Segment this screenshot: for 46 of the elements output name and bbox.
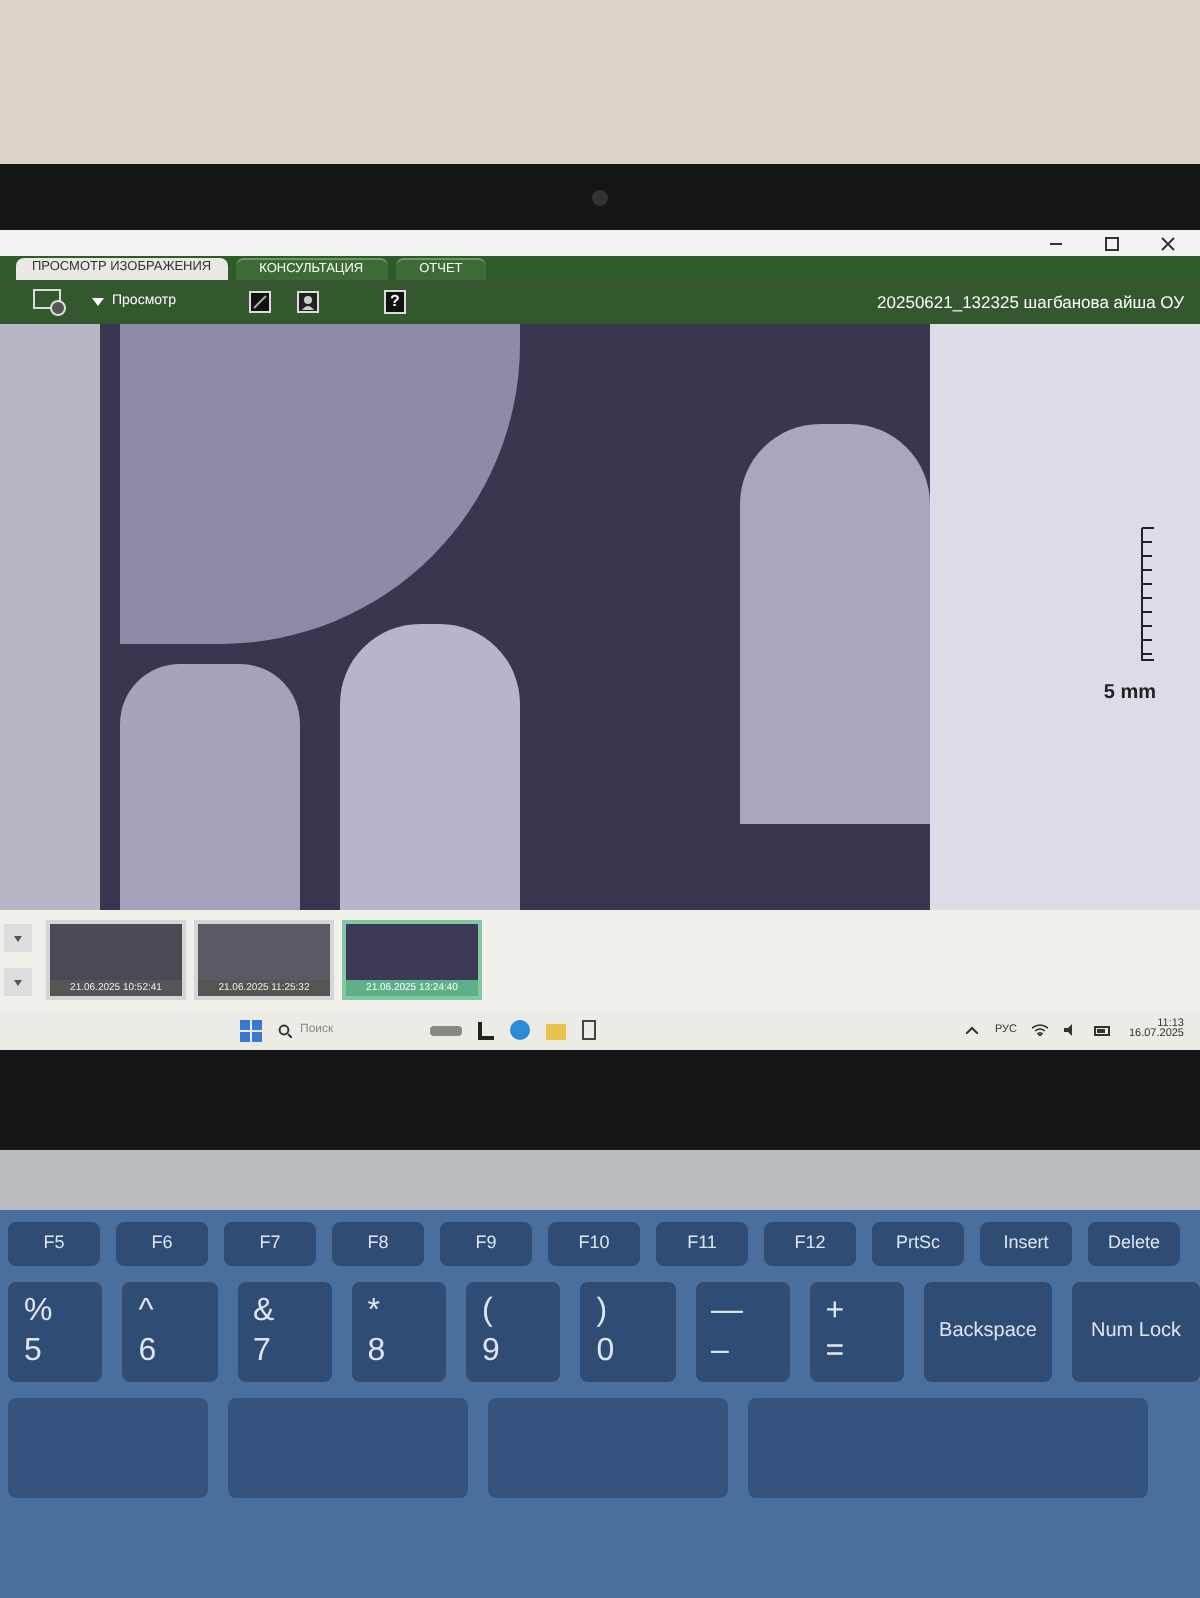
caret-icon xyxy=(14,979,22,985)
keyboard-key[interactable]: F10 xyxy=(548,1222,640,1266)
scale-ruler xyxy=(1140,526,1156,662)
keyboard-key[interactable]: * 8 xyxy=(351,1282,446,1382)
settings-icon[interactable] xyxy=(32,288,68,316)
browser-icon[interactable] xyxy=(510,1020,530,1040)
keyboard-key[interactable]: PrtSc xyxy=(872,1222,964,1266)
xray-thumbnail-image xyxy=(346,924,478,980)
wifi-icon[interactable] xyxy=(1032,1024,1049,1036)
scale-label: 5 mm xyxy=(1103,680,1156,708)
keyboard-key[interactable]: F12 xyxy=(764,1222,856,1266)
caret-icon xyxy=(92,298,104,306)
search-icon xyxy=(278,1023,292,1037)
caret-icon xyxy=(14,935,22,941)
keyboard-key[interactable]: ^ 6 xyxy=(122,1282,217,1382)
app-icon[interactable] xyxy=(582,1020,596,1040)
keyboard-key[interactable]: F5 xyxy=(8,1222,100,1266)
chevron-up-icon[interactable] xyxy=(966,1026,979,1034)
windows-icon[interactable] xyxy=(240,1019,262,1041)
keyboard-key[interactable]: & 7 xyxy=(237,1282,332,1382)
keyboard-key[interactable]: ( 9 xyxy=(466,1282,561,1382)
battery-icon[interactable] xyxy=(1094,1025,1113,1035)
image-icon[interactable] xyxy=(247,290,272,314)
keyboard-key[interactable]: F11 xyxy=(656,1222,748,1266)
maximize-icon[interactable] xyxy=(1104,235,1120,251)
keyboard-key[interactable]: % 5 xyxy=(8,1282,103,1382)
patient-title: 20250621_132325 шагбанова айша ОУ xyxy=(877,289,1184,315)
keyboard-key[interactable]: — – xyxy=(695,1282,790,1382)
keyboard-key[interactable]: ) 0 xyxy=(580,1282,675,1382)
xray-thumbnail-image xyxy=(198,924,330,980)
keyboard-key[interactable]: Insert xyxy=(980,1222,1072,1266)
keyboard-key[interactable]: Delete xyxy=(1088,1222,1180,1266)
keyboard-key[interactable]: F6 xyxy=(116,1222,208,1266)
help-button[interactable]: ? xyxy=(383,290,406,314)
keyboard-key[interactable]: F8 xyxy=(332,1222,424,1266)
keyboard-key[interactable]: Num Lock xyxy=(1072,1282,1200,1382)
close-icon[interactable] xyxy=(1160,235,1176,251)
scroll-up-button[interactable] xyxy=(4,924,32,952)
keyboard-key[interactable]: + = xyxy=(809,1282,904,1382)
portrait-icon[interactable] xyxy=(295,290,320,314)
scroll-down-button[interactable] xyxy=(4,968,32,996)
app-icon[interactable] xyxy=(478,1021,494,1039)
xray-thumbnail-image xyxy=(50,924,182,980)
keyboard-key[interactable]: F7 xyxy=(224,1222,316,1266)
keyboard-key[interactable]: Backspace xyxy=(924,1282,1052,1382)
keyboard-key[interactable]: F9 xyxy=(440,1222,532,1266)
